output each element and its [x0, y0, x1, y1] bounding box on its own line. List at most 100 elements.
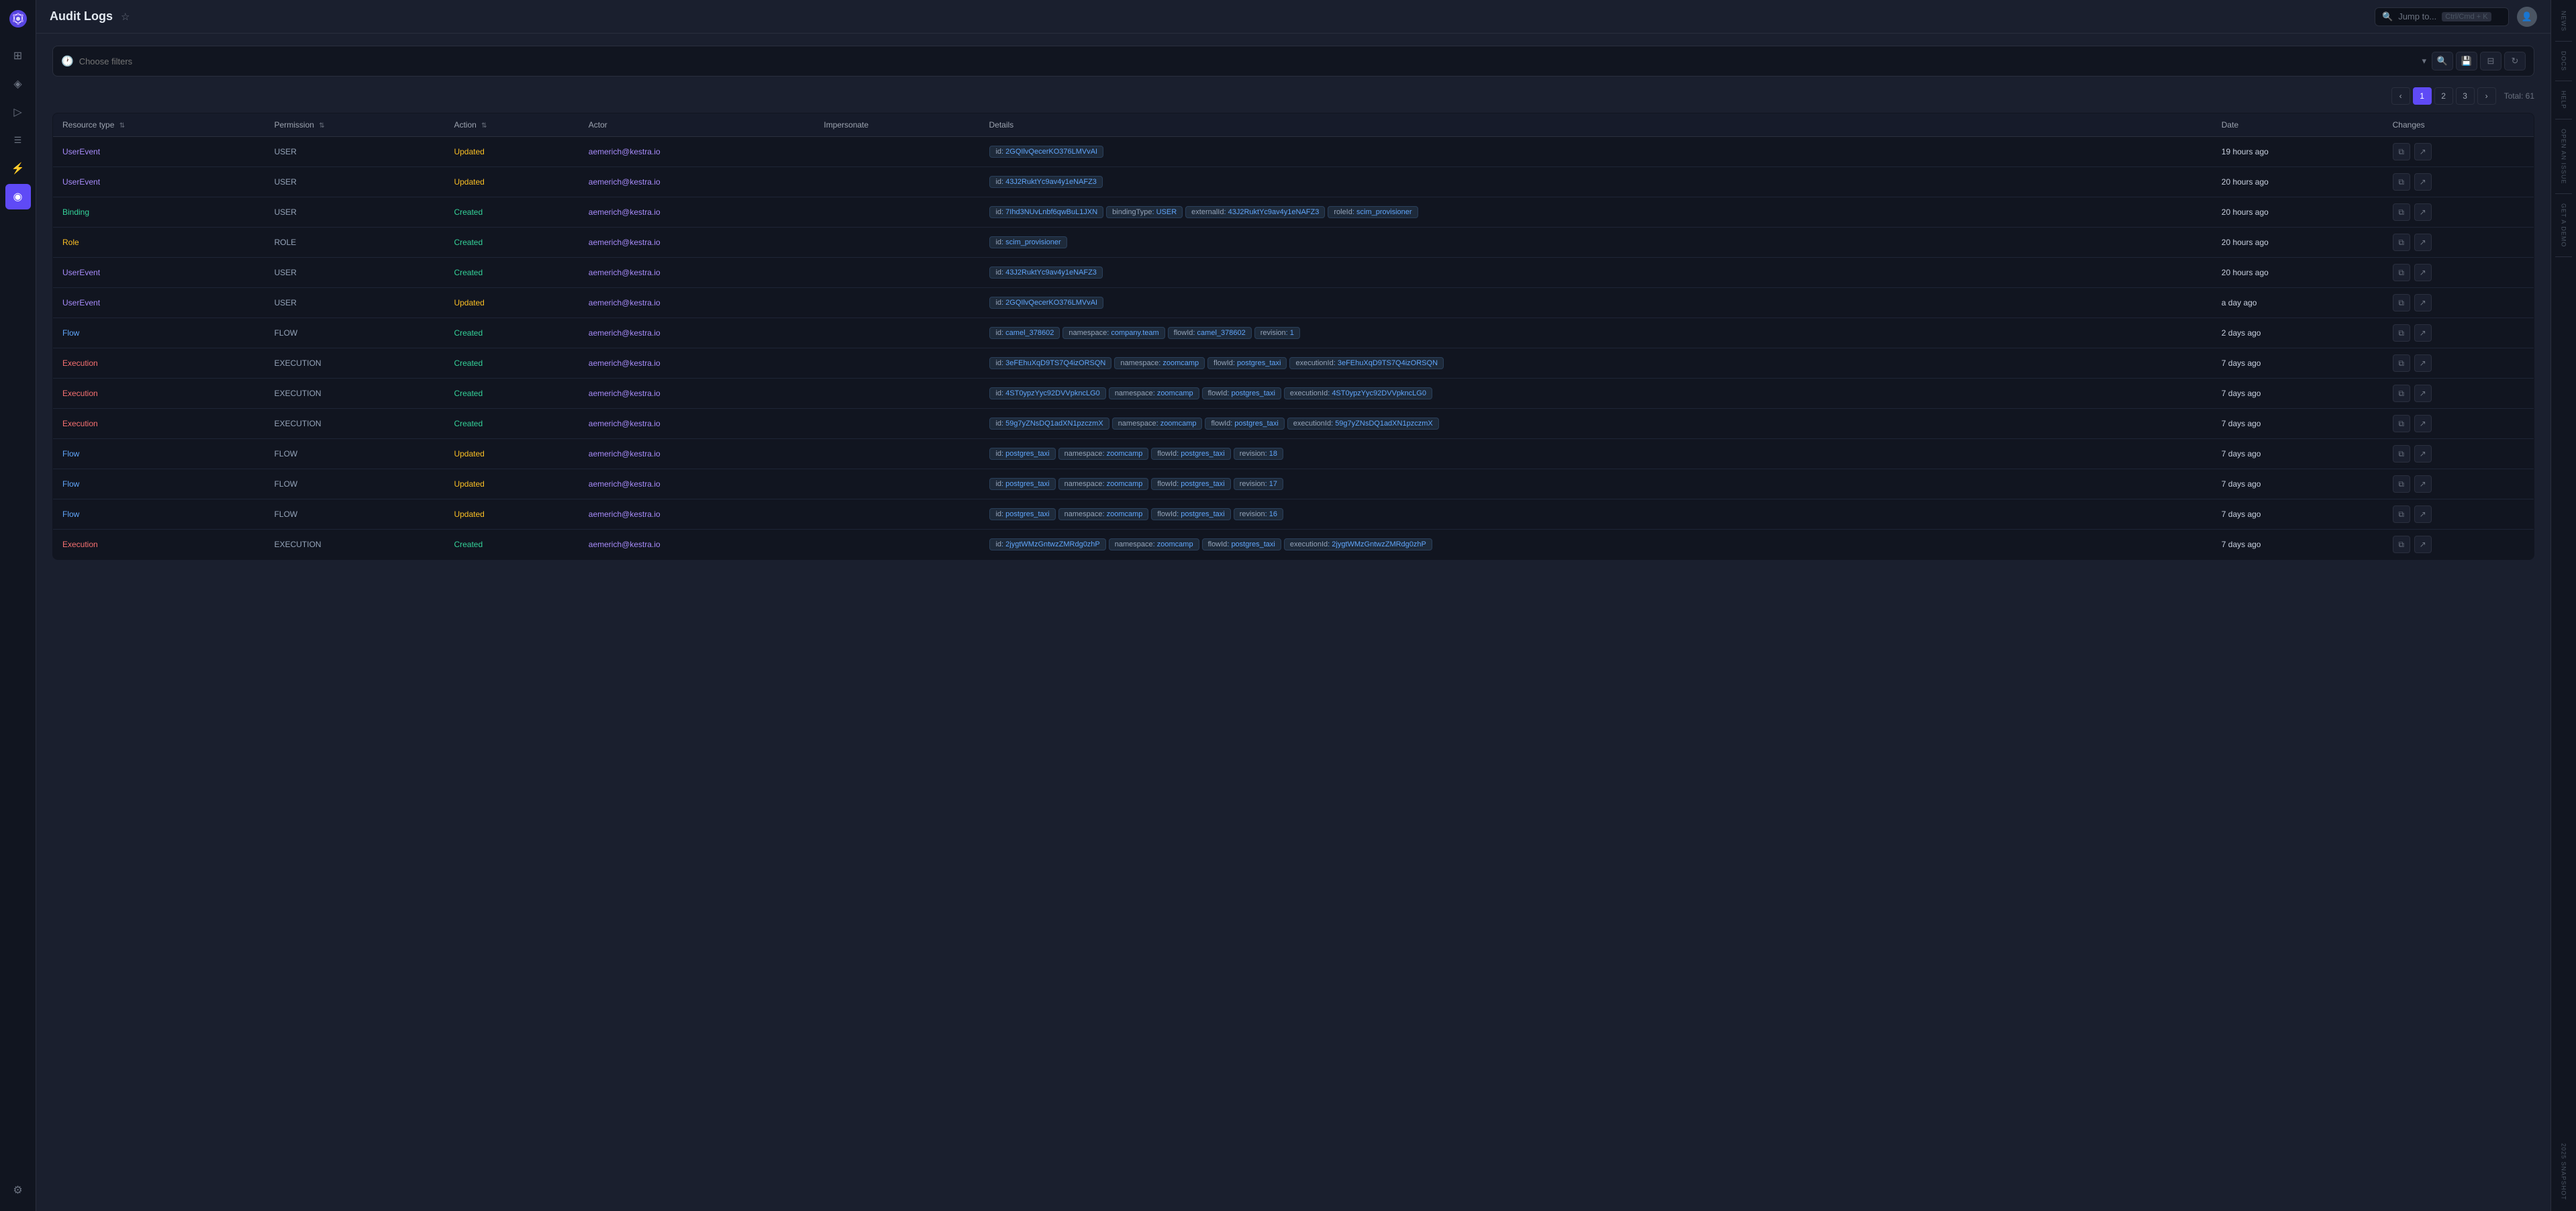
chevron-down-icon[interactable]: ▾ — [2422, 56, 2426, 66]
copy-button[interactable]: ⧉ — [2393, 264, 2410, 281]
table-row: UserEventUSERUpdatedaemerich@kestra.ioid… — [53, 288, 2534, 318]
cell-actor: aemerich@kestra.io — [579, 409, 815, 439]
col-resource-type[interactable]: Resource type ⇅ — [53, 113, 265, 137]
favorite-icon[interactable]: ☆ — [121, 11, 130, 23]
cell-action: Created — [444, 258, 579, 288]
cell-actor: aemerich@kestra.io — [579, 258, 815, 288]
copy-button[interactable]: ⧉ — [2393, 294, 2410, 311]
next-page-button[interactable]: › — [2477, 87, 2496, 105]
cell-action: Updated — [444, 499, 579, 530]
nav-flows[interactable]: ◈ — [5, 71, 31, 97]
cell-details: id: 2jygtWMzGntwzZMRdg0zhPnamespace: zoo… — [979, 530, 2212, 560]
page-2-button[interactable]: 2 — [2434, 87, 2453, 105]
table-row: UserEventUSERCreatedaemerich@kestra.ioid… — [53, 258, 2534, 288]
copy-button[interactable]: ⧉ — [2393, 536, 2410, 553]
detail-tag: executionId: 4ST0ypzYyc92DVVpkncLG0 — [1284, 387, 1432, 399]
cell-resource-type: Execution — [53, 530, 265, 560]
detail-tag: namespace: zoomcamp — [1058, 478, 1149, 490]
cell-changes: ⧉ ↗ — [2383, 439, 2534, 469]
nav-audit[interactable]: ◉ — [5, 184, 31, 209]
cell-changes: ⧉ ↗ — [2383, 409, 2534, 439]
nav-settings[interactable]: ⚙ — [5, 1177, 31, 1203]
cell-changes: ⧉ ↗ — [2383, 258, 2534, 288]
copy-button[interactable]: ⧉ — [2393, 385, 2410, 402]
cell-permission: FLOW — [265, 469, 445, 499]
detail-tag: id: 43J2RuktYc9av4y1eNAFZ3 — [989, 176, 1102, 188]
external-link-button[interactable]: ↗ — [2414, 294, 2432, 311]
external-link-button[interactable]: ↗ — [2414, 354, 2432, 372]
copy-button[interactable]: ⧉ — [2393, 203, 2410, 221]
cell-date: 20 hours ago — [2212, 167, 2383, 197]
cell-action: Created — [444, 409, 579, 439]
cell-date: 7 days ago — [2212, 348, 2383, 379]
open-issue-label[interactable]: Open an Issue — [2559, 125, 2569, 189]
external-link-button[interactable]: ↗ — [2414, 475, 2432, 493]
cell-details: id: scim_provisioner — [979, 228, 2212, 258]
col-action[interactable]: Action ⇅ — [444, 113, 579, 137]
table-row: FlowFLOWUpdatedaemerich@kestra.ioid: pos… — [53, 499, 2534, 530]
sort-permission-icon: ⇅ — [319, 122, 324, 130]
news-label[interactable]: News — [2559, 7, 2569, 36]
external-link-button[interactable]: ↗ — [2414, 505, 2432, 523]
nav-executions[interactable]: ▷ — [5, 99, 31, 125]
columns-filter-button[interactable]: ⊟ — [2480, 52, 2501, 70]
detail-tag: id: 3eFEhuXqD9TS7Q4izORSQN — [989, 357, 1111, 369]
external-link-button[interactable]: ↗ — [2414, 324, 2432, 342]
history-icon[interactable]: 🕐 — [61, 55, 74, 67]
cell-changes: ⧉ ↗ — [2383, 530, 2534, 560]
cell-impersonate — [814, 530, 979, 560]
detail-tag: id: camel_378602 — [989, 327, 1060, 339]
external-link-button[interactable]: ↗ — [2414, 445, 2432, 463]
table-row: ExecutionEXECUTIONCreatedaemerich@kestra… — [53, 409, 2534, 439]
cell-permission: EXECUTION — [265, 379, 445, 409]
table-row: ExecutionEXECUTIONCreatedaemerich@kestra… — [53, 530, 2534, 560]
search-filter-button[interactable]: 🔍 — [2432, 52, 2453, 70]
table-row: FlowFLOWUpdatedaemerich@kestra.ioid: pos… — [53, 439, 2534, 469]
copy-button[interactable]: ⧉ — [2393, 354, 2410, 372]
copy-button[interactable]: ⧉ — [2393, 143, 2410, 160]
external-link-button[interactable]: ↗ — [2414, 234, 2432, 251]
help-label[interactable]: Help — [2559, 87, 2569, 113]
col-permission[interactable]: Permission ⇅ — [265, 113, 445, 137]
cell-permission: ROLE — [265, 228, 445, 258]
search-bar[interactable]: 🔍 Jump to... Ctrl/Cmd + K — [2375, 7, 2509, 26]
cell-actor: aemerich@kestra.io — [579, 379, 815, 409]
cell-details: id: 2GQIlvQecerKO376LMVvAI — [979, 288, 2212, 318]
cell-actor: aemerich@kestra.io — [579, 318, 815, 348]
user-avatar[interactable]: 👤 — [2517, 7, 2537, 27]
cell-details: id: postgres_taxinamespace: zoomcampflow… — [979, 469, 2212, 499]
external-link-button[interactable]: ↗ — [2414, 415, 2432, 432]
cell-actor: aemerich@kestra.io — [579, 197, 815, 228]
copy-button[interactable]: ⧉ — [2393, 445, 2410, 463]
external-link-button[interactable]: ↗ — [2414, 385, 2432, 402]
prev-page-button[interactable]: ‹ — [2391, 87, 2410, 105]
copy-button[interactable]: ⧉ — [2393, 173, 2410, 191]
cell-permission: USER — [265, 288, 445, 318]
page-3-button[interactable]: 3 — [2456, 87, 2475, 105]
copy-button[interactable]: ⧉ — [2393, 415, 2410, 432]
save-filter-button[interactable]: 💾 — [2456, 52, 2477, 70]
top-header: Audit Logs ☆ 🔍 Jump to... Ctrl/Cmd + K 👤 — [36, 0, 2550, 34]
external-link-button[interactable]: ↗ — [2414, 173, 2432, 191]
external-link-button[interactable]: ↗ — [2414, 203, 2432, 221]
cell-action: Created — [444, 530, 579, 560]
nav-plugins[interactable]: ⚡ — [5, 156, 31, 181]
copy-button[interactable]: ⧉ — [2393, 324, 2410, 342]
detail-tag: flowId: postgres_taxi — [1202, 538, 1281, 550]
copy-button[interactable]: ⧉ — [2393, 505, 2410, 523]
filter-input[interactable] — [79, 56, 2417, 66]
external-link-button[interactable]: ↗ — [2414, 143, 2432, 160]
external-link-button[interactable]: ↗ — [2414, 536, 2432, 553]
content-area: 🕐 ▾ 🔍 💾 ⊟ ↻ ‹ 1 2 3 › Total: 61 Resource… — [36, 34, 2550, 1211]
copy-button[interactable]: ⧉ — [2393, 475, 2410, 493]
page-1-button[interactable]: 1 — [2413, 87, 2432, 105]
external-link-button[interactable]: ↗ — [2414, 264, 2432, 281]
app-logo[interactable] — [6, 7, 30, 31]
get-demo-label[interactable]: Get a demo — [2559, 199, 2569, 251]
nav-logs[interactable]: ☰ — [5, 128, 31, 153]
nav-dashboard[interactable]: ⊞ — [5, 43, 31, 68]
docs-label[interactable]: Docs — [2559, 47, 2569, 75]
copy-button[interactable]: ⧉ — [2393, 234, 2410, 251]
refresh-filter-button[interactable]: ↻ — [2504, 52, 2526, 70]
cell-actor: aemerich@kestra.io — [579, 348, 815, 379]
